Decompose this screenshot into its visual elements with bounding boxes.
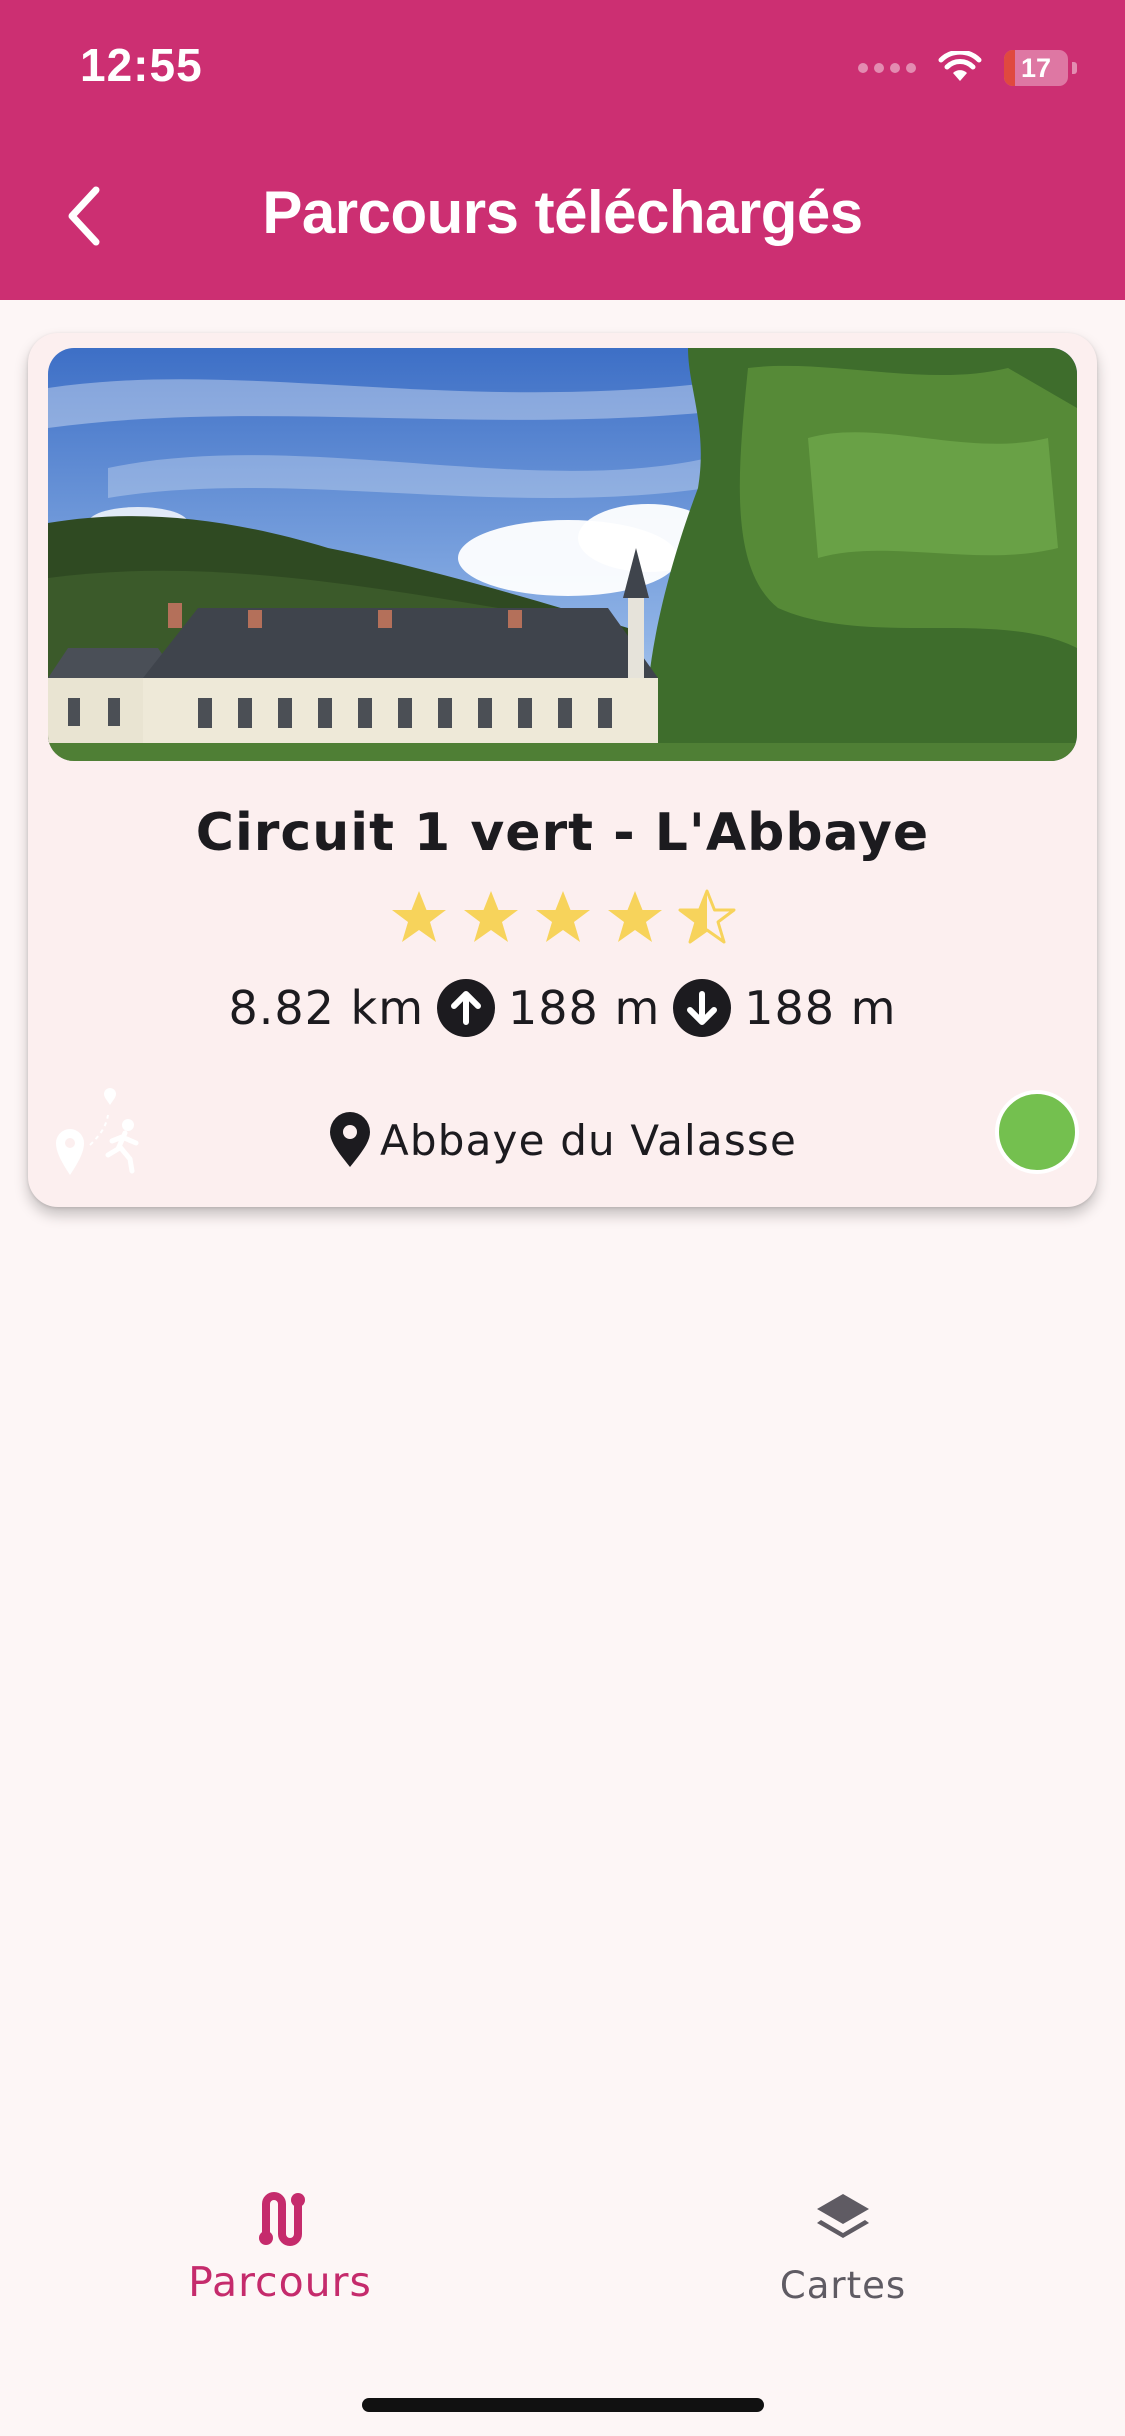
wifi-icon xyxy=(938,51,982,81)
route-icon xyxy=(259,2192,305,2246)
battery-level: 17 xyxy=(1020,52,1052,83)
app-screen: 12:55 17 Parcours téléchargés Circuit 1 … xyxy=(0,0,1125,2436)
route-title: Circuit 1 vert - L'Abbaye xyxy=(195,803,930,863)
route-distance: 8.82 km xyxy=(228,981,425,1035)
status-indicators: 17 xyxy=(858,48,1077,88)
battery-cap xyxy=(1072,62,1077,74)
bottom-navigation: Parcours Cartes xyxy=(0,2160,1125,2360)
star-icon xyxy=(607,891,662,942)
star-rating xyxy=(28,888,1097,948)
tab-cartes-label: Cartes xyxy=(779,2264,907,2307)
arrow-up-circle-icon xyxy=(437,979,496,1037)
star-icon xyxy=(535,891,590,942)
route-photo xyxy=(48,348,1077,761)
elevation-gain: 188 m xyxy=(508,981,661,1035)
app-header: 12:55 17 Parcours téléchargés xyxy=(0,0,1125,300)
tab-parcours-label: Parcours xyxy=(188,2258,372,2306)
status-time: 12:55 xyxy=(80,39,203,91)
battery-icon: 17 xyxy=(1004,50,1068,86)
route-stats: 8.82 km 188 m 188 m xyxy=(28,973,1097,1043)
home-indicator[interactable] xyxy=(362,2398,764,2412)
arrow-down-circle-icon xyxy=(673,979,732,1037)
tab-parcours[interactable]: Parcours xyxy=(130,2160,430,2320)
cellular-signal-icon xyxy=(858,63,916,73)
start-location: Abbaye du Valasse xyxy=(28,1105,1097,1175)
page-title: Parcours téléchargés xyxy=(262,179,863,246)
start-location-name: Abbaye du Valasse xyxy=(379,1115,798,1165)
route-card[interactable]: Circuit 1 vert - L'Abbaye 8.82 km 188 m … xyxy=(28,333,1097,1207)
layers-icon xyxy=(817,2194,869,2238)
star-icon xyxy=(678,889,735,944)
star-icon xyxy=(391,891,446,942)
map-pin-icon xyxy=(329,1112,370,1167)
download-status-indicator xyxy=(995,1090,1079,1174)
star-icon xyxy=(463,891,518,942)
tab-cartes[interactable]: Cartes xyxy=(693,2160,993,2320)
elevation-loss: 188 m xyxy=(744,981,897,1035)
